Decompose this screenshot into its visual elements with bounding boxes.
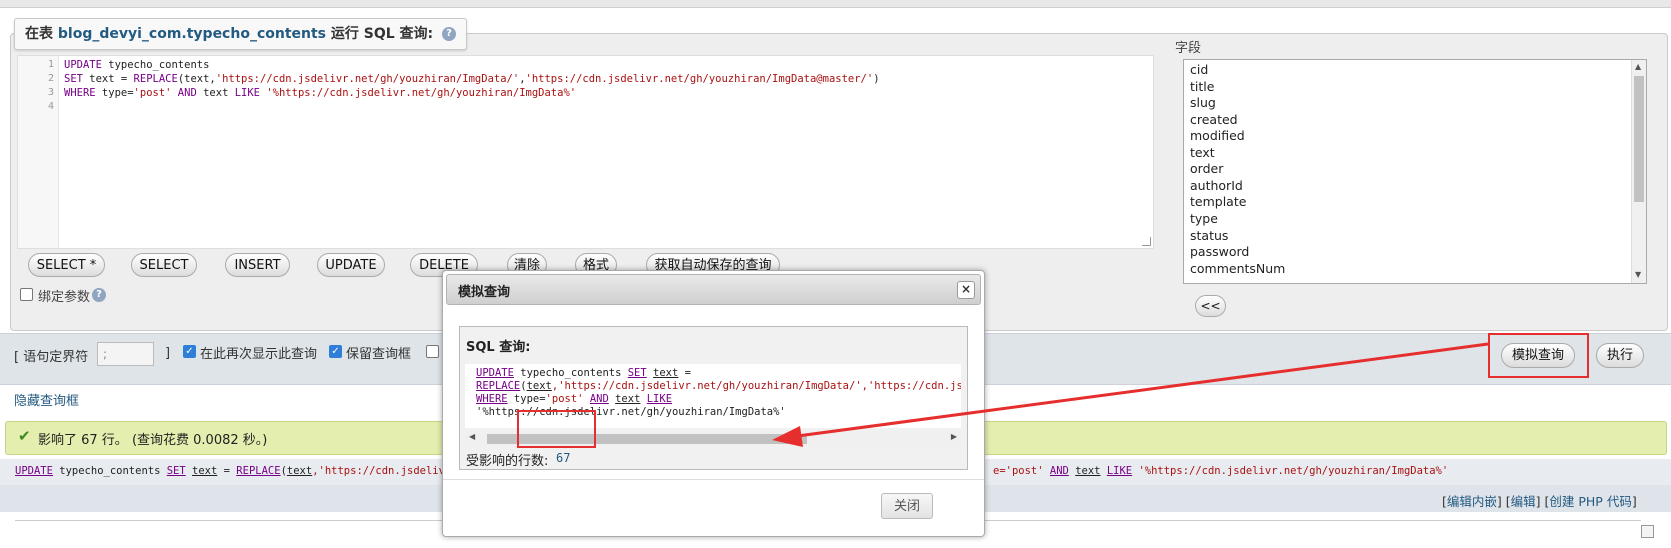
arrow-shaft	[789, 342, 1489, 439]
annotation-arrow	[772, 342, 1489, 447]
arrow-head	[772, 426, 803, 447]
